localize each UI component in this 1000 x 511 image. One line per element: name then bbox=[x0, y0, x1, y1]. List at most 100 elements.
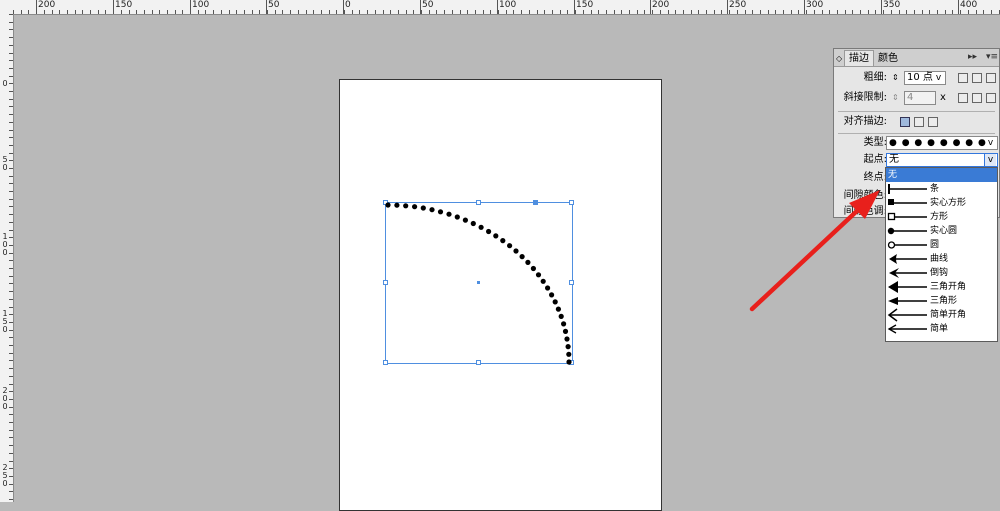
ruler-tick bbox=[9, 491, 13, 492]
ruler-tick bbox=[9, 484, 13, 485]
ruler-tick bbox=[129, 10, 130, 14]
ruler-tick bbox=[914, 10, 915, 14]
miter-input[interactable]: 4 bbox=[904, 91, 936, 105]
start-select[interactable]: 无 v bbox=[886, 153, 998, 167]
handle-top-right[interactable] bbox=[569, 200, 574, 205]
start-dropdown-list[interactable]: 无条实心方形 方形实心圆圆曲线倒钩三角开角 三角形简单开角简单 bbox=[885, 167, 998, 342]
projecting-cap-icon[interactable] bbox=[986, 73, 996, 83]
ruler-tick bbox=[9, 76, 13, 77]
chevron-down-icon: v bbox=[935, 73, 942, 83]
ruler-tick bbox=[9, 445, 13, 446]
round-join-icon[interactable] bbox=[972, 93, 982, 103]
ruler-tick bbox=[9, 176, 13, 177]
weight-row: 粗细: ⇕ 10 点 v bbox=[834, 69, 999, 87]
ruler-tick bbox=[9, 461, 13, 462]
ruler-tick bbox=[9, 360, 13, 361]
solid-square-icon bbox=[888, 199, 927, 205]
dropdown-option-triangle[interactable]: 三角形 bbox=[886, 294, 997, 308]
ruler-tick bbox=[9, 345, 13, 346]
weight-stepper[interactable]: ⇕ bbox=[892, 69, 899, 87]
ruler-tick bbox=[221, 10, 222, 14]
ruler-tick bbox=[352, 10, 353, 14]
handle-middle-right[interactable] bbox=[569, 280, 574, 285]
vertical-ruler[interactable]: 0 50 100 150 200 250 bbox=[0, 14, 14, 502]
ruler-tick bbox=[475, 10, 476, 14]
ruler-tick bbox=[829, 10, 830, 14]
ruler-tick bbox=[9, 260, 13, 261]
ruler-tick bbox=[213, 10, 214, 14]
dropdown-option-square[interactable]: 方形 bbox=[886, 210, 997, 224]
dropdown-option-simple-wide[interactable]: 简单开角 bbox=[886, 308, 997, 322]
curve-arrow-icon bbox=[889, 254, 927, 264]
ruler-tick bbox=[9, 407, 13, 408]
align-center-icon[interactable] bbox=[900, 117, 910, 127]
dropdown-option-label: 实心圆 bbox=[930, 226, 958, 236]
divider bbox=[838, 111, 995, 112]
ruler-tick bbox=[9, 307, 13, 308]
ruler-tick bbox=[9, 322, 13, 323]
tab-color[interactable]: 颜色 bbox=[874, 51, 902, 66]
butt-cap-icon[interactable] bbox=[958, 73, 968, 83]
miter-stepper[interactable]: ⇕ bbox=[892, 89, 899, 107]
ruler-tick bbox=[205, 10, 206, 14]
weight-select[interactable]: 10 点 v bbox=[904, 71, 946, 85]
dropdown-option-bar[interactable]: 条 bbox=[886, 182, 997, 196]
dropdown-option-none[interactable]: 无 bbox=[886, 168, 997, 182]
ruler-tick bbox=[236, 10, 237, 14]
dropdown-option-simple[interactable]: 简单 bbox=[886, 322, 997, 336]
handle-middle-left[interactable] bbox=[383, 280, 388, 285]
ruler-tick bbox=[567, 10, 568, 14]
handle-bottom-left[interactable] bbox=[383, 360, 388, 365]
ruler-tick bbox=[9, 384, 13, 385]
handle-bottom-middle[interactable] bbox=[476, 360, 481, 365]
tab-stroke[interactable]: 描边 bbox=[844, 50, 874, 66]
collapse-icon[interactable]: ▸▸ bbox=[968, 52, 977, 62]
handle-top-right-anchor[interactable] bbox=[533, 200, 538, 205]
dropdown-option-label: 倒钩 bbox=[930, 268, 949, 278]
ruler-tick bbox=[9, 145, 13, 146]
dropdown-option-solid-circle[interactable]: 实心圆 bbox=[886, 224, 997, 238]
ruler-tick bbox=[583, 10, 584, 14]
dropdown-option-solid-square[interactable]: 实心方形 bbox=[886, 196, 997, 210]
dropdown-option-curve-arrow[interactable]: 曲线 bbox=[886, 252, 997, 266]
dropdown-option-triangle-wide[interactable]: 三角开角 bbox=[886, 280, 997, 294]
dropdown-option-barb-arrow[interactable]: 倒钩 bbox=[886, 266, 997, 280]
ruler-tick bbox=[806, 10, 807, 14]
ruler-tick bbox=[9, 183, 13, 184]
dropdown-option-circle[interactable]: 圆 bbox=[886, 238, 997, 252]
type-label: 类型: bbox=[863, 137, 887, 148]
ruler-tick bbox=[9, 45, 13, 46]
ruler-tick bbox=[960, 10, 961, 14]
ruler-tick bbox=[668, 10, 669, 14]
panel-menu-icon[interactable]: ▾≡ bbox=[986, 52, 998, 62]
dropdown-option-label: 简单开角 bbox=[930, 310, 967, 320]
round-cap-icon[interactable] bbox=[972, 73, 982, 83]
ruler-tick bbox=[329, 10, 330, 14]
panel-toggle-icon[interactable]: ◇ bbox=[834, 51, 844, 66]
ruler-tick bbox=[152, 10, 153, 14]
miter-join-icon[interactable] bbox=[958, 93, 968, 103]
ruler-tick bbox=[9, 83, 13, 84]
ruler-tick bbox=[452, 10, 453, 14]
type-select[interactable]: ● ● ● ● ● ● ● ● v bbox=[886, 136, 998, 150]
ruler-tick bbox=[9, 214, 13, 215]
ruler-tick bbox=[375, 10, 376, 14]
ruler-tick bbox=[629, 10, 630, 14]
ruler-tick bbox=[9, 153, 13, 154]
handle-bottom-right[interactable] bbox=[569, 360, 574, 365]
ruler-tick bbox=[259, 10, 260, 14]
ruler-tick bbox=[9, 191, 13, 192]
ruler-label: 50 bbox=[422, 0, 434, 10]
ruler-tick bbox=[121, 10, 122, 14]
align-outside-icon[interactable] bbox=[928, 117, 938, 127]
align-inside-icon[interactable] bbox=[914, 117, 924, 127]
ruler-tick bbox=[9, 230, 13, 231]
horizontal-ruler[interactable]: 2001501005005010015020025030035040045 bbox=[0, 0, 1000, 15]
dropdown-option-label: 无 bbox=[888, 170, 898, 180]
handle-top-middle[interactable] bbox=[476, 200, 481, 205]
ruler-tick bbox=[883, 10, 884, 14]
bevel-join-icon[interactable] bbox=[986, 93, 996, 103]
handle-top-left[interactable] bbox=[383, 200, 388, 205]
ruler-tick bbox=[9, 14, 13, 15]
ruler-label: 200 bbox=[38, 0, 56, 10]
